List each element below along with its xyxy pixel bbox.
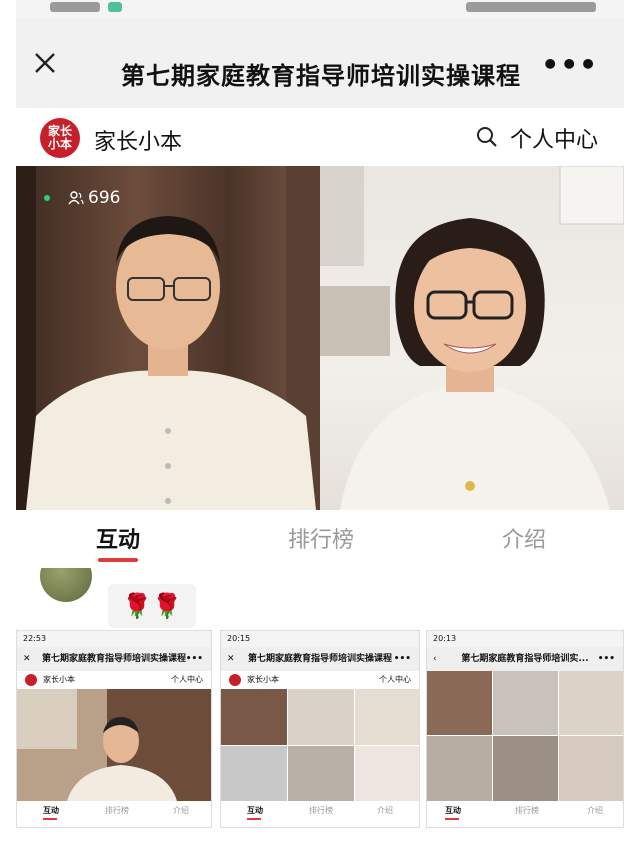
thumb-tab-ranking: 排行榜	[515, 806, 539, 815]
logo-text-bottom: 小本	[47, 137, 72, 151]
more-icon: •••	[393, 654, 411, 664]
thumb-title: 第七期家庭教育指导师培训实...	[461, 654, 589, 664]
thumb-status-bar: 20:15	[221, 631, 419, 647]
participant-tile	[559, 671, 623, 735]
participant-tile	[559, 736, 623, 801]
people-icon	[68, 191, 84, 205]
brand-logo	[229, 674, 241, 686]
avatar[interactable]	[40, 568, 92, 602]
thumb-title-bar: ‹ 第七期家庭教育指导师培训实... •••	[427, 647, 623, 671]
screenshot-thumbnail-2[interactable]: 20:15 ✕ 第七期家庭教育指导师培训实操课程 ••• 家长小本 个人中心 互…	[220, 630, 420, 828]
brand-name[interactable]: 家长小本	[94, 124, 182, 156]
participant-tile	[288, 689, 354, 745]
viewer-count: 696	[44, 188, 120, 208]
tab-introduction[interactable]: 介绍	[502, 522, 546, 554]
chat-message: 🌹🌹	[108, 584, 196, 628]
thumb-video-grid	[427, 671, 623, 801]
more-icon: •••	[185, 654, 203, 664]
thumb-video	[17, 689, 211, 801]
thumb-title-bar: ✕ 第七期家庭教育指导师培训实操课程 •••	[221, 647, 419, 671]
thumb-title: 第七期家庭教育指导师培训实操课程	[247, 654, 392, 664]
title-bar: 第七期家庭教育指导师培训实操课程 •••	[16, 18, 624, 108]
thumb-tab-ranking: 排行榜	[309, 806, 333, 815]
thumb-title: 第七期家庭教育指导师培训实操课程	[41, 654, 186, 664]
brand-logo[interactable]: 家长 小本	[40, 118, 80, 158]
thumb-tab-interaction: 互动	[247, 806, 263, 815]
thumb-status-bar: 22:53	[17, 631, 211, 647]
live-video[interactable]: 696	[16, 166, 624, 510]
brand-logo	[25, 674, 37, 686]
live-indicator	[44, 195, 50, 201]
thumb-video-grid	[221, 689, 419, 801]
thumb-status-bar: 20:13	[427, 631, 623, 647]
screenshot-thumbnail-3[interactable]: 20:13 ‹ 第七期家庭教育指导师培训实... ••• 互动 排行榜 介绍	[426, 630, 624, 828]
active-tab-indicator	[445, 818, 459, 820]
thumb-tabs: 互动 排行榜 介绍	[221, 801, 419, 821]
viewer-count-value: 696	[88, 188, 121, 208]
thumb-brand: 家长小本	[43, 675, 75, 684]
participant-tile	[221, 746, 287, 801]
search-icon[interactable]	[476, 126, 498, 148]
video-pane-host: 696	[16, 166, 320, 510]
thumb-tab-ranking: 排行榜	[105, 806, 129, 815]
host-figure	[16, 166, 320, 510]
participant-tile	[288, 746, 354, 801]
active-tab-indicator	[98, 558, 138, 562]
user-center-link[interactable]: 个人中心	[510, 122, 598, 154]
tab-interaction[interactable]: 互动	[96, 522, 140, 554]
more-menu-button[interactable]: •••	[541, 48, 598, 81]
thumb-tab-introduction: 介绍	[377, 806, 393, 815]
more-icon: •••	[597, 654, 615, 664]
host-figure	[17, 689, 211, 801]
page-title: 第七期家庭教育指导师培训实操课程	[121, 62, 521, 90]
close-icon: ✕	[23, 654, 31, 664]
participant-tile	[221, 689, 287, 745]
status-time	[50, 2, 100, 12]
active-tab-indicator	[247, 818, 261, 820]
thumb-title-bar: ✕ 第七期家庭教育指导师培训实操课程 •••	[17, 647, 211, 671]
participant-tile	[493, 736, 558, 801]
chat-area[interactable]: 🌹🌹	[16, 568, 624, 628]
thumb-brand: 家长小本	[247, 675, 279, 684]
participant-tile	[427, 671, 492, 735]
participant-tile	[355, 689, 419, 745]
back-icon: ‹	[433, 654, 437, 664]
status-bar	[16, 0, 624, 18]
guest-figure	[320, 166, 624, 510]
participant-tile	[355, 746, 419, 801]
thumb-tabs: 互动 排行榜 介绍	[427, 801, 623, 821]
thumb-user-center: 个人中心	[171, 675, 203, 684]
thumb-tab-introduction: 介绍	[587, 806, 603, 815]
status-icons	[466, 2, 596, 12]
close-icon: ✕	[227, 654, 235, 664]
video-pane-guest	[320, 166, 624, 510]
screenshot-thumbnail-1[interactable]: 22:53 ✕ 第七期家庭教育指导师培训实操课程 ••• 家长小本 个人中心 互…	[16, 630, 212, 828]
thumb-tab-introduction: 介绍	[173, 806, 189, 815]
active-tab-indicator	[43, 818, 57, 820]
participant-tile	[427, 736, 492, 801]
app-header: 家长 小本 家长小本 个人中心	[16, 108, 624, 166]
thumb-user-center: 个人中心	[379, 675, 411, 684]
thumb-app-header: 家长小本 个人中心	[221, 671, 419, 689]
thumb-app-header: 家长小本 个人中心	[17, 671, 211, 689]
status-app-icon	[108, 2, 122, 12]
thumb-tab-interaction: 互动	[445, 806, 461, 815]
close-icon[interactable]	[30, 48, 60, 78]
thumb-tab-interaction: 互动	[43, 806, 59, 815]
tab-bar: 互动 排行榜 介绍	[16, 510, 624, 568]
participant-tile	[493, 671, 558, 735]
thumb-tabs: 互动 排行榜 介绍	[17, 801, 211, 821]
tab-ranking[interactable]: 排行榜	[288, 522, 354, 554]
